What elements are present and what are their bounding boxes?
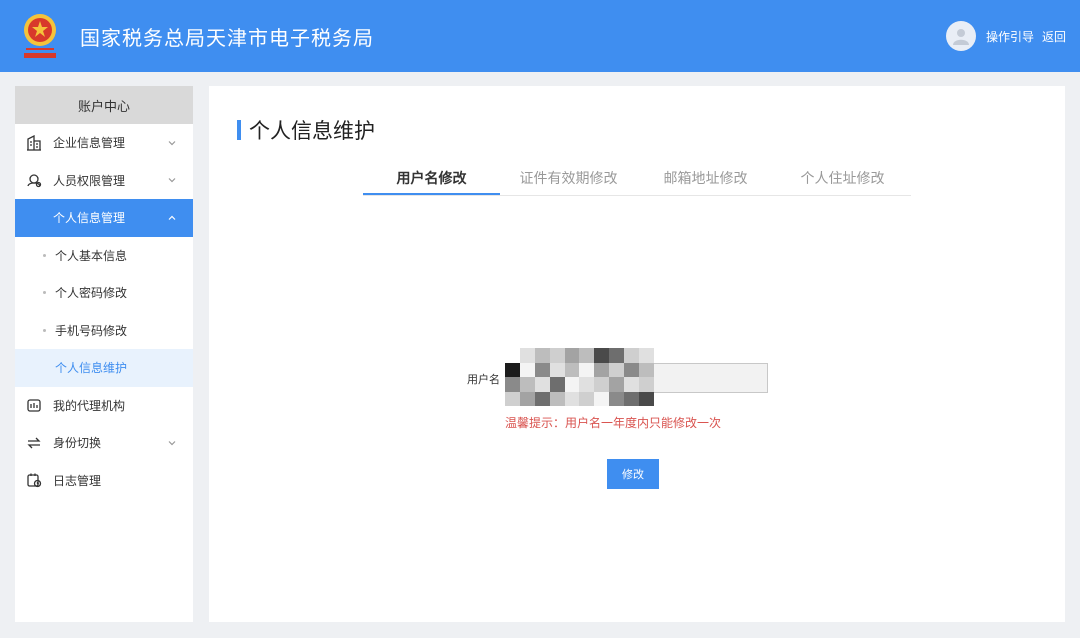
sidebar-item-enterprise-info[interactable]: 企业信息管理 — [15, 124, 193, 162]
chevron-up-icon — [167, 213, 177, 223]
page-title-text: 个人信息维护 — [249, 119, 375, 143]
warning-tip: 温馨提示：用户名一年度内只能修改一次 — [505, 416, 722, 430]
mosaic-cell — [505, 391, 520, 406]
chevron-down-icon — [167, 175, 177, 185]
mosaic-cell — [579, 348, 595, 363]
sidebar-item-label: 日志管理 — [53, 473, 102, 488]
sidebar-item-personnel-permission[interactable]: 人员权限管理 — [15, 162, 193, 200]
pixelated-redaction — [505, 348, 654, 406]
app-title: 国家税务总局天津市电子税务局 — [80, 26, 374, 50]
avatar[interactable] — [945, 21, 976, 51]
sidebar-item-my-agency[interactable]: 我的代理机构 — [15, 387, 193, 425]
mosaic-cell — [579, 377, 595, 392]
mosaic-cell — [579, 391, 595, 406]
mosaic-cell — [594, 362, 610, 377]
chevron-down-icon — [167, 138, 177, 148]
sidebar-item-label: 个人密码修改 — [55, 286, 128, 301]
tab-id-validity-change[interactable]: 证件有效期修改 — [500, 166, 637, 195]
tab-username-change[interactable]: 用户名修改 — [363, 166, 500, 195]
mosaic-cell — [579, 362, 595, 377]
bullet-icon — [43, 253, 46, 257]
sidebar-item-label: 个人信息维护 — [55, 361, 128, 376]
mosaic-cell — [609, 348, 625, 363]
modify-button[interactable]: 修改 — [607, 459, 659, 489]
sidebar-item-basic-info[interactable]: 个人基本信息 — [15, 237, 193, 275]
mosaic-cell — [609, 362, 625, 377]
mosaic-cell — [609, 391, 625, 406]
mosaic-cell — [624, 362, 640, 377]
mosaic-cell — [594, 377, 610, 392]
main-panel: 个人信息维护 用户名修改 证件有效期修改 邮箱地址修改 个人住址修改 用户名 温… — [209, 86, 1065, 622]
mosaic-cell — [549, 362, 565, 377]
sidebar-item-label: 个人信息管理 — [53, 211, 126, 226]
sidebar-item-identity-switch[interactable]: 身份切换 — [15, 424, 193, 462]
sidebar-item-phone-change[interactable]: 手机号码修改 — [15, 312, 193, 350]
tab-email-change[interactable]: 邮箱地址修改 — [637, 166, 774, 195]
sidebar-item-log-management[interactable]: 日志管理 — [15, 462, 193, 500]
page-title: 个人信息维护 — [237, 118, 375, 143]
mosaic-cell — [564, 362, 580, 377]
mosaic-cell — [624, 391, 640, 406]
log-icon — [25, 471, 43, 489]
mosaic-cell — [519, 348, 535, 363]
sidebar-item-password-change[interactable]: 个人密码修改 — [15, 274, 193, 312]
sidebar-item-personal-info[interactable]: 个人信息管理 — [15, 199, 193, 237]
mosaic-cell — [564, 377, 580, 392]
mosaic-cell — [534, 348, 550, 363]
mosaic-cell — [505, 362, 520, 377]
bullet-icon — [43, 328, 46, 332]
mosaic-cell — [564, 391, 580, 406]
mosaic-cell — [549, 348, 565, 363]
mosaic-cell — [505, 377, 520, 392]
sidebar-item-label: 身份切换 — [53, 436, 102, 451]
username-label: 用户名 — [467, 373, 500, 386]
mosaic-cell — [534, 391, 550, 406]
mosaic-cell — [519, 362, 535, 377]
tab-bar: 用户名修改 证件有效期修改 邮箱地址修改 个人住址修改 — [363, 166, 911, 196]
mosaic-cell — [594, 348, 610, 363]
sidebar-item-label: 人员权限管理 — [53, 173, 126, 188]
mosaic-cell — [564, 348, 580, 363]
mosaic-cell — [534, 362, 550, 377]
mosaic-cell — [519, 391, 535, 406]
top-header: 国家税务总局天津市电子税务局 操作引导 返回 — [0, 0, 1080, 72]
building-icon — [25, 134, 43, 152]
mosaic-cell — [624, 348, 640, 363]
agency-icon — [25, 396, 43, 414]
mosaic-cell — [639, 391, 654, 406]
operation-guide-link[interactable]: 操作引导 — [986, 28, 1034, 45]
tax-emblem-logo — [18, 10, 62, 62]
mosaic-cell — [549, 391, 565, 406]
sidebar-item-info-maintenance[interactable]: 个人信息维护 — [15, 349, 193, 387]
mosaic-cell — [549, 377, 565, 392]
mosaic-cell — [624, 377, 640, 392]
sidebar: 账户中心 企业信息管理 人员权限管理 个人信息管理 个人基本信息 个人密码修改 … — [15, 86, 193, 622]
sidebar-item-label: 我的代理机构 — [53, 398, 126, 413]
sidebar-item-label: 企业信息管理 — [53, 136, 126, 151]
title-accent-bar — [237, 120, 241, 140]
sidebar-item-label: 个人基本信息 — [55, 248, 128, 263]
header-actions: 操作引导 返回 — [945, 21, 1066, 51]
user-lock-icon — [25, 171, 43, 189]
mosaic-cell — [639, 348, 654, 363]
mosaic-cell — [639, 362, 654, 377]
switch-icon — [25, 434, 43, 452]
mosaic-cell — [519, 377, 535, 392]
tab-address-change[interactable]: 个人住址修改 — [774, 166, 911, 195]
sidebar-title: 账户中心 — [15, 86, 193, 124]
mosaic-cell — [505, 348, 520, 363]
mosaic-cell — [609, 377, 625, 392]
mosaic-cell — [594, 391, 610, 406]
mosaic-cell — [534, 377, 550, 392]
back-link[interactable]: 返回 — [1042, 28, 1066, 45]
bullet-icon — [43, 291, 46, 295]
mosaic-cell — [639, 377, 654, 392]
chevron-down-icon — [167, 438, 177, 448]
sidebar-item-label: 手机号码修改 — [55, 323, 128, 338]
